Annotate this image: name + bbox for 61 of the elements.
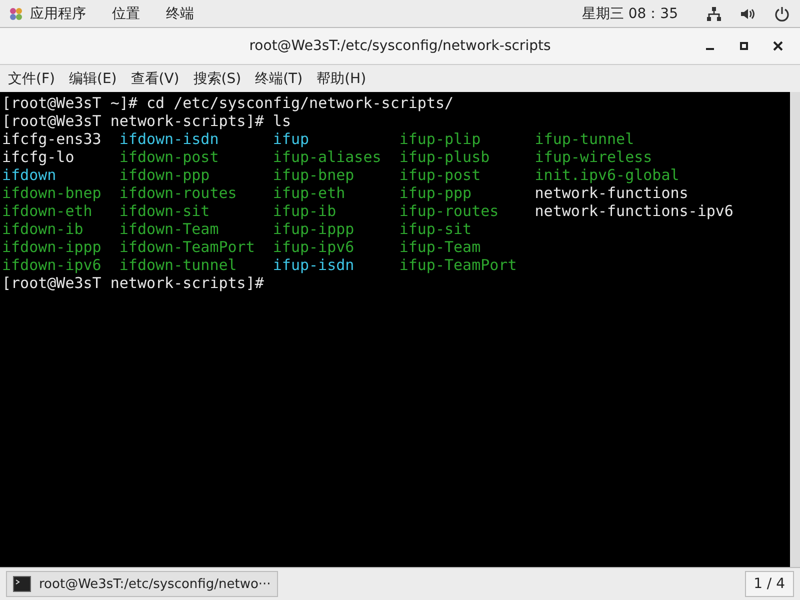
power-icon[interactable] [774,6,790,22]
file-name: ifdown-Team [119,220,219,238]
network-icon[interactable] [706,6,722,22]
file-name: ifdown-sit [119,202,210,220]
file-name: ifdown-ppp [119,166,210,184]
file-name: ifcfg-lo [2,148,74,166]
maximize-icon[interactable] [739,41,749,51]
file-name: ifup-Team [399,238,481,256]
file-name: ifup-wireless [534,148,652,166]
file-name: ifup-plusb [399,148,490,166]
file-name: ifup-tunnel [534,130,634,148]
close-icon[interactable] [773,41,783,51]
menu-item[interactable]: 帮助(H) [316,70,366,88]
terminal-line: [root@We3sT ~]# cd /etc/sysconfig/network-scripts/ [2,94,454,112]
file-name: ifup-TeamPort [399,256,517,274]
file-name: ifup-bnep [272,166,354,184]
file-name: ifup-isdn [272,256,354,274]
menu-item[interactable]: 文件(F) [8,70,55,88]
terminal[interactable] [0,92,800,567]
top-menu[interactable]: 应用程序 [30,4,86,22]
file-name: ifdown-tunnel [119,256,237,274]
clock[interactable]: 星期三 08：35 [582,4,678,22]
menu-item[interactable]: 搜索(S) [193,70,242,88]
file-name: ifdown-eth [2,202,92,220]
terminal-icon [13,576,31,592]
menu-item[interactable]: 查看(V) [130,70,180,88]
scrollbar[interactable] [790,92,800,567]
terminal-line: [root@We3sT network-scripts]# ls [2,112,291,130]
file-name: ifdown-isdn [119,130,219,148]
file-name: ifup-ib [272,202,336,220]
file-name: ifup-ppp [399,184,472,202]
file-name: init.ipv6-global [534,166,680,184]
file-name: ifup-aliases [272,148,382,166]
top-menu[interactable]: 终端 [166,4,194,22]
file-name: ifup-ippp [272,220,354,238]
file-name: ifdown-bnep [2,184,102,202]
apps-icon[interactable] [8,6,24,22]
file-name: ifdown-post [119,148,219,166]
file-name: ifup-routes [399,202,499,220]
file-name: ifdown-ippp [2,238,102,256]
file-name: network-functions-ipv6 [534,202,734,220]
file-name: ifup [272,130,310,148]
file-name: network-functions [534,184,688,202]
file-name: ifdown-TeamPort [119,238,255,256]
window-title: root@We3sT:/etc/sysconfig/network-scripts [249,38,551,54]
terminal-line: [root@We3sT network-scripts]# [2,274,264,292]
file-name: ifup-sit [399,220,472,238]
file-name: ifdown-routes [119,184,237,202]
file-name: ifdown-ipv6 [2,256,102,274]
file-name: ifup-ipv6 [272,238,354,256]
workspace-indicator[interactable]: 1 / 4 [744,571,794,597]
file-name: ifdown [2,166,56,184]
top-menu[interactable]: 位置 [112,4,140,22]
menu-item[interactable]: 编辑(E) [68,70,117,88]
file-name: ifup-plip [399,130,481,148]
file-name: ifdown-ib [2,220,84,238]
file-name: ifup-eth [272,184,346,202]
file-name: ifcfg-ens33 [2,130,102,148]
taskbar-window-button[interactable]: root@We3sT:/etc/sysconfig/netwo··· [6,571,278,597]
menu-item[interactable]: 终端(T) [255,70,303,88]
file-name: ifup-post [399,166,481,184]
